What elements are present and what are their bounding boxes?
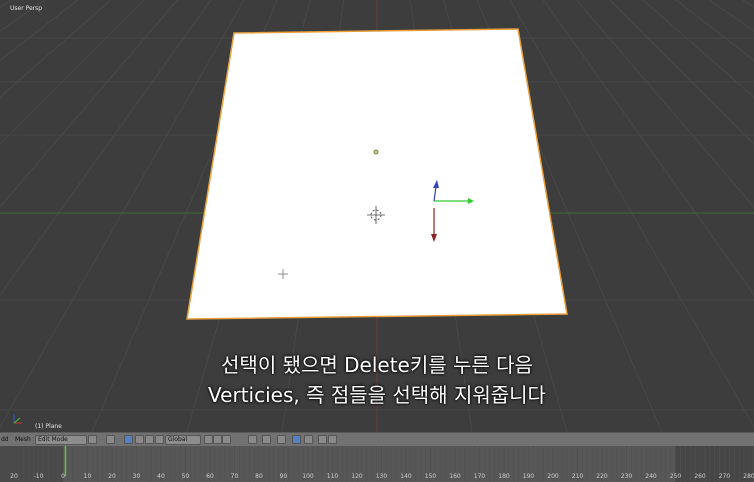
timeline-editor[interactable]: 20 -10 0 10 20 30 40 50 60 70 80 90 100 110 120 130 140 1… [0, 446, 754, 482]
timeline-frame-label: 90 [279, 473, 288, 480]
subtitle-line-1: 선택이 됐으면 Delete키를 누른 다음 [221, 353, 533, 377]
face-select-button[interactable] [222, 435, 231, 444]
timeline-frame-label: 260 [694, 473, 706, 480]
add-menu[interactable]: dd [1, 435, 9, 444]
opengl-render-button[interactable] [318, 435, 327, 444]
timeline-frame-label: 100 [302, 473, 314, 480]
snap-element-button[interactable] [292, 435, 301, 444]
mode-select-label: Edit Mode [38, 436, 68, 443]
pivot-point-button[interactable] [106, 435, 115, 444]
selected-plane [186, 28, 568, 320]
proportional-falloff-button[interactable] [262, 435, 271, 444]
timeline-frame-label: 250 [669, 473, 682, 480]
subtitle-line-2: Verticies, 즉 점들을 선택해 지워줍니다 [208, 383, 546, 407]
timeline-frame-label: 190 [522, 473, 535, 480]
viewport-shading-button[interactable] [88, 435, 97, 444]
translate-manipulator-button[interactable] [135, 435, 144, 444]
timeline-frame-label: 240 [645, 473, 657, 480]
timeline-frame-label: 180 [498, 473, 510, 480]
timeline-frame-label: 230 [620, 473, 633, 480]
snap-toggle-button[interactable] [277, 435, 286, 444]
opengl-anim-button[interactable] [328, 435, 337, 444]
orientation-select[interactable]: Global [165, 435, 201, 445]
timeline-frame-label: 220 [596, 473, 608, 480]
timeline-frame-label: 20 [108, 473, 116, 480]
timeline-frame-label: 70 [230, 473, 239, 480]
mesh-menu[interactable]: Mesh [15, 435, 31, 444]
timeline-frame-label: 0 [61, 473, 65, 480]
timeline-frame-label: 20 [10, 473, 18, 480]
timeline-frame-label: -10 [33, 473, 44, 480]
rotate-manipulator-button[interactable] [145, 435, 154, 444]
axis-widget-icon [13, 414, 22, 424]
timeline-frame-label: 210 [571, 473, 584, 480]
object-name-label: (1) Plane [35, 423, 62, 430]
orientation-select-label: Global [168, 436, 188, 443]
timeline-frame-label: 170 [473, 473, 486, 480]
render-preview-button[interactable] [304, 435, 313, 444]
mode-select[interactable]: Edit Mode [35, 435, 87, 445]
timeline-frame-label: 150 [424, 473, 437, 480]
timeline-frame-label: 110 [326, 473, 339, 480]
object-origin-dot [373, 149, 379, 155]
vertex-select-button[interactable] [204, 435, 213, 444]
timeline-frame-label: 80 [255, 473, 263, 480]
scale-manipulator-button[interactable] [155, 435, 164, 444]
timeline-frame-label: 280 [743, 473, 754, 480]
timeline-frame-label: 200 [547, 473, 559, 480]
timeline-frame-label: 40 [157, 473, 165, 480]
timeline-frame-label: 130 [375, 473, 388, 480]
timeline-frame-label: 270 [718, 473, 731, 480]
timeline-frame-label: 140 [400, 473, 412, 480]
viewport-header: dd Mesh Edit Mode Global [0, 432, 754, 446]
edge-select-button[interactable] [213, 435, 222, 444]
timeline-frame-label: 50 [181, 473, 190, 480]
timeline-frame-label: 30 [132, 473, 141, 480]
timeline-frame-label: 10 [83, 473, 92, 480]
manipulator-toggle-button[interactable] [124, 435, 133, 444]
proportional-edit-button[interactable] [248, 435, 257, 444]
timeline-frame-label: 160 [449, 473, 461, 480]
timeline-frame-label: 60 [206, 473, 214, 480]
timeline-frame-label: 120 [351, 473, 363, 480]
3d-viewport[interactable]: User Persp (1) Plane 선택이 됐으면 Delete키를 누른… [0, 0, 754, 432]
